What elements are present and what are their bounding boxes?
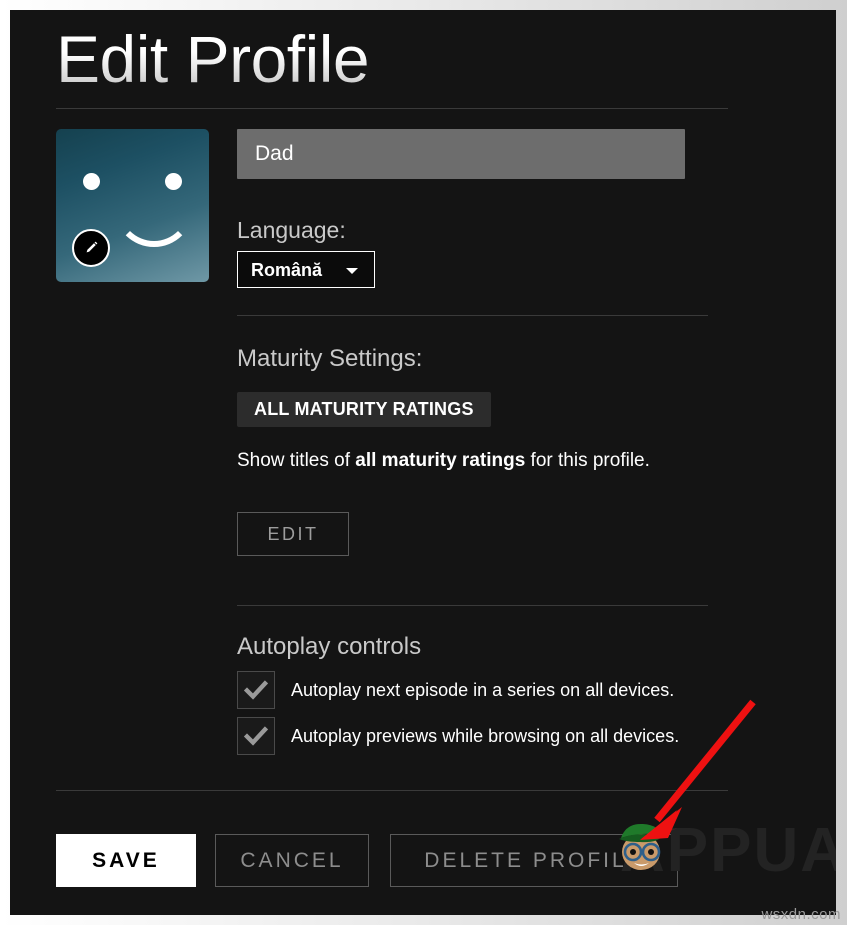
autoplay-previews-row[interactable]: Autoplay previews while browsing on all … <box>237 717 679 755</box>
pencil-icon[interactable] <box>72 229 110 267</box>
language-label: Language: <box>237 217 346 244</box>
maturity-desc-suffix: for this profile. <box>525 450 650 471</box>
divider-maturity <box>237 605 708 606</box>
divider-top <box>56 108 728 109</box>
delete-profile-button[interactable]: DELETE PROFILE <box>390 834 678 887</box>
autoplay-next-episode-row[interactable]: Autoplay next episode in a series on all… <box>237 671 674 709</box>
autoplay-next-episode-checkbox[interactable] <box>237 671 275 709</box>
maturity-description: Show titles of all maturity ratings for … <box>237 450 650 472</box>
autoplay-next-episode-label: Autoplay next episode in a series on all… <box>291 680 674 701</box>
avatar-smile <box>114 201 194 247</box>
profile-avatar[interactable] <box>56 129 209 282</box>
chevron-down-icon <box>346 268 358 274</box>
check-icon <box>243 677 269 703</box>
maturity-desc-bold: all maturity ratings <box>355 450 525 471</box>
divider-language <box>237 315 708 316</box>
cancel-button[interactable]: CANCEL <box>215 834 369 887</box>
divider-bottom <box>56 790 728 791</box>
maturity-settings-title: Maturity Settings: <box>237 345 422 373</box>
language-select[interactable]: Română <box>237 251 375 288</box>
save-button[interactable]: SAVE <box>56 834 196 887</box>
profile-name-input[interactable] <box>237 129 685 179</box>
source-url-watermark: wsxdn.com <box>761 906 841 923</box>
page-title: Edit Profile <box>56 16 369 102</box>
autoplay-previews-label: Autoplay previews while browsing on all … <box>291 726 679 747</box>
avatar-eye-right <box>165 173 182 190</box>
check-icon <box>243 723 269 749</box>
maturity-desc-prefix: Show titles of <box>237 450 355 471</box>
autoplay-controls-title: Autoplay controls <box>237 633 421 661</box>
autoplay-previews-checkbox[interactable] <box>237 717 275 755</box>
maturity-rating-badge: ALL MATURITY RATINGS <box>237 392 491 427</box>
maturity-edit-button[interactable]: EDIT <box>237 512 349 556</box>
avatar-eye-left <box>83 173 100 190</box>
netflix-edit-profile-page: Edit Profile Language: <box>10 10 836 915</box>
screenshot-frame: Edit Profile Language: <box>0 0 847 925</box>
language-selected-value: Română <box>251 260 322 281</box>
